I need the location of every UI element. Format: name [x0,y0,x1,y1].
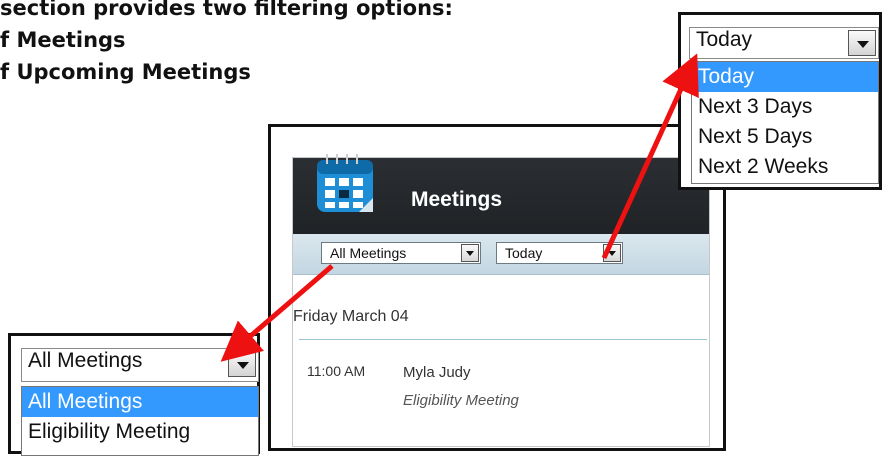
arrow-to-range-dropdown [601,53,699,260]
arrow-to-meetings-dropdown [220,264,334,362]
pointer-arrows [220,53,699,362]
